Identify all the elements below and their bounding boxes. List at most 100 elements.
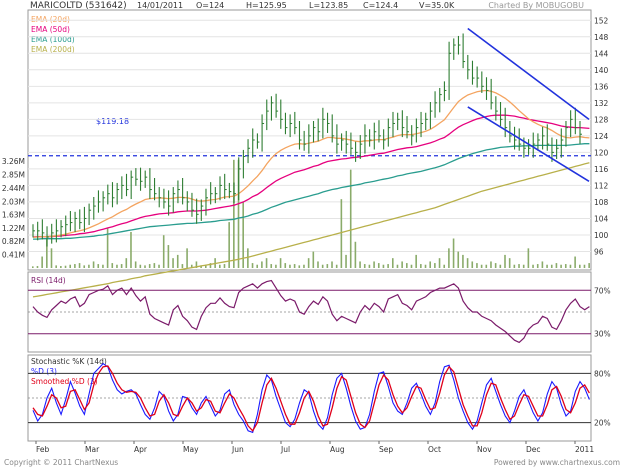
- volume-tick-label: 1.22M: [2, 224, 25, 233]
- volume-bar: [438, 258, 441, 268]
- legend-pct-d: %D (3): [31, 367, 57, 376]
- price-tick-label: 128: [594, 115, 609, 124]
- volume-bar: [120, 264, 123, 268]
- symbol-label: MARICOLTD (531642): [30, 1, 127, 11]
- date-label: 14/01/2011: [137, 1, 183, 10]
- volume-bar: [579, 264, 581, 268]
- volume-tick-label: 0.82M: [2, 237, 25, 246]
- volume-bar: [102, 264, 104, 268]
- x-tick-label: Dec: [526, 445, 541, 454]
- volume-bar: [359, 261, 361, 268]
- volume-bar: [88, 264, 90, 268]
- x-tick-label: Oct: [428, 445, 441, 454]
- volume-bar: [574, 256, 576, 268]
- charted-by-label: Charted By MOBUGOBU: [488, 1, 584, 10]
- volume-bar: [387, 264, 389, 268]
- volume-bar: [513, 264, 516, 268]
- volume-bar: [41, 256, 43, 268]
- volume-bar: [401, 261, 403, 268]
- x-tick-label: Mar: [85, 445, 100, 454]
- volume-bar: [265, 258, 268, 268]
- volume-bar: [410, 264, 413, 268]
- volume-bar: [326, 264, 329, 268]
- volume-bar: [368, 264, 371, 268]
- volume-bar: [92, 261, 95, 268]
- volume-bar: [349, 169, 352, 268]
- volume-bar: [83, 265, 86, 268]
- volume-tick-label: 2.03M: [2, 197, 25, 206]
- volume-bar: [78, 263, 81, 268]
- volume-bar: [158, 264, 160, 268]
- volume-bar: [303, 264, 305, 268]
- volume-bar: [219, 264, 221, 268]
- x-tick-label: Feb: [36, 445, 50, 454]
- volume-bar: [256, 264, 259, 268]
- volume-bar: [382, 264, 385, 268]
- volume-bar: [457, 251, 460, 268]
- x-tick-label: Sep: [379, 445, 393, 454]
- volume-bar: [279, 258, 282, 268]
- volume-bar: [429, 261, 431, 268]
- volume-tick-label: 0.41M: [2, 251, 25, 260]
- volume-bar: [167, 245, 170, 268]
- volume-bar: [130, 231, 132, 268]
- volume-bar: [420, 264, 422, 268]
- volume-bar: [111, 263, 114, 268]
- volume-bar: [139, 264, 142, 268]
- volume-bar: [504, 254, 506, 268]
- volume-bar: [471, 261, 474, 268]
- volume-bar: [564, 264, 567, 268]
- x-tick-label: Jun: [231, 445, 244, 454]
- volume-bar: [546, 264, 548, 268]
- x-tick-label: Apr: [134, 445, 148, 454]
- volume-bar: [298, 265, 301, 268]
- volume-bar: [97, 264, 100, 268]
- legend-smoothed-pct-d: Smoothed %D (3): [31, 377, 98, 386]
- price-tick-label: 112: [594, 181, 609, 190]
- powered-by-label: Powered by www.chartnexus.com: [494, 458, 620, 467]
- stochastic-tick-label: 80%: [594, 369, 611, 378]
- volume-bar: [476, 263, 478, 268]
- volume-bar: [340, 199, 343, 268]
- volume-bar: [377, 263, 380, 268]
- volume-bar: [251, 263, 254, 268]
- volume-bar: [536, 264, 539, 268]
- volume-bar: [223, 264, 226, 268]
- chart-canvas: MARICOLTD (531642) 14/01/2011 O=124 H=12…: [2, 1, 620, 467]
- volume-bar: [335, 264, 338, 268]
- volume-tick-label: 2.85M: [2, 171, 25, 180]
- volume-bar: [134, 261, 137, 268]
- volume-bar: [261, 261, 263, 268]
- volume-bar: [354, 241, 357, 268]
- volume-tick-label: 3.26M: [2, 157, 25, 166]
- price-tick-label: 140: [594, 66, 609, 75]
- volume-bar: [176, 254, 179, 268]
- price-tick-label: 104: [594, 214, 609, 223]
- volume-bar: [270, 264, 273, 268]
- volume-bar: [415, 254, 417, 268]
- volume-bar: [532, 264, 534, 268]
- volume-bar: [373, 261, 375, 268]
- volume-bar: [555, 263, 558, 268]
- volume-bar: [452, 238, 455, 268]
- copyright-label: Copyright © 2011 ChartNexus: [4, 458, 118, 467]
- volume-bar: [485, 264, 488, 268]
- volume-bar: [434, 263, 436, 268]
- volume-bar: [289, 264, 291, 268]
- volume-bar: [490, 261, 492, 268]
- volume-bar: [396, 264, 399, 268]
- close-label: C=124.4: [363, 1, 398, 10]
- volume-bar: [317, 261, 319, 268]
- volume-bar: [424, 264, 427, 268]
- volume-bar: [148, 264, 151, 268]
- volume-bar: [74, 264, 76, 268]
- volume-bar: [391, 258, 394, 268]
- price-tick-label: 96: [594, 247, 604, 256]
- volume-bar: [144, 265, 146, 268]
- legend-ema200: EMA (200d): [31, 45, 75, 54]
- volume-bar: [69, 264, 72, 268]
- volume-bar: [406, 263, 408, 268]
- price-tick-label: 132: [594, 99, 609, 108]
- high-label: H=125.95: [246, 1, 287, 10]
- volume-bar: [569, 264, 572, 268]
